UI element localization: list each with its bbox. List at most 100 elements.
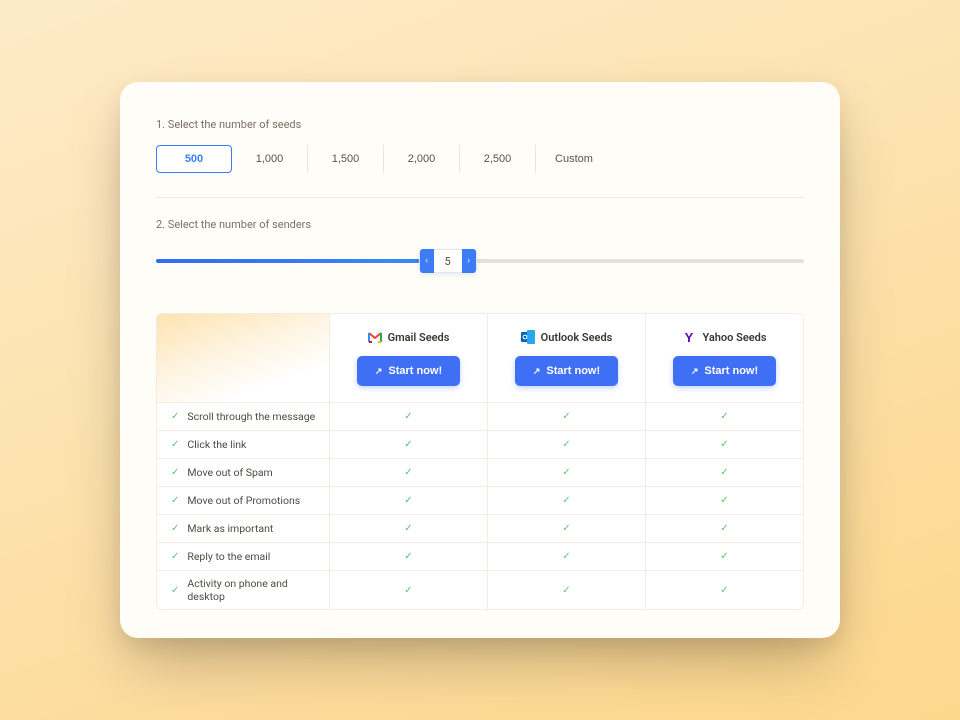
feature-label: Reply to the email [187,550,270,563]
pricing-card: 1. Select the number of seeds 500 1,000 … [120,82,840,638]
column-gmail: Gmail Seeds ↗ Start now! [329,314,487,402]
start-button-yahoo[interactable]: ↗ Start now! [673,356,776,386]
arrow-up-right-icon: ↗ [691,366,699,377]
check-icon: ✓ [562,523,570,534]
provider-label: Yahoo Seeds [702,331,766,344]
cell-check: ✓ [329,487,487,514]
chevron-right-icon[interactable]: › [462,249,476,273]
feature-label: Scroll through the message [187,410,315,423]
sender-slider[interactable]: ‹ 5 › [156,245,804,277]
arrow-up-right-icon: ↗ [533,366,541,377]
header-spacer [157,314,329,402]
provider-label: Outlook Seeds [541,331,613,344]
seed-options: 500 1,000 1,500 2,000 2,500 Custom [156,145,804,198]
check-icon: ✓ [720,467,728,478]
check-icon: ✓ [562,551,570,562]
check-icon: ✓ [562,411,570,422]
start-label: Start now! [546,365,600,377]
cell-check: ✓ [329,515,487,542]
cell-check: ✓ [487,571,645,609]
check-icon: ✓ [171,439,179,450]
check-icon: ✓ [720,439,728,450]
cell-check: ✓ [487,403,645,430]
feature-cell: ✓ Scroll through the message [157,403,329,430]
feature-cell: ✓ Click the link [157,431,329,458]
step2-label: 2. Select the number of senders [156,218,804,231]
feature-cell: ✓ Reply to the email [157,543,329,570]
step1-label: 1. Select the number of seeds [156,118,804,131]
check-icon: ✓ [720,551,728,562]
check-icon: ✓ [562,439,570,450]
table-row: ✓ Activity on phone and desktop ✓ ✓ ✓ [157,570,803,609]
check-icon: ✓ [171,523,179,534]
provider-yahoo: Y Yahoo Seeds [656,330,793,344]
feature-label: Click the link [187,438,246,451]
feature-cell: ✓ Move out of Spam [157,459,329,486]
cell-check: ✓ [645,515,803,542]
table-row: ✓ Mark as important ✓ ✓ ✓ [157,514,803,542]
cell-check: ✓ [645,543,803,570]
table-row: ✓ Move out of Promotions ✓ ✓ ✓ [157,486,803,514]
outlook-icon [521,330,535,344]
cell-check: ✓ [487,431,645,458]
chevron-left-icon[interactable]: ‹ [420,249,434,273]
slider-value: 5 [434,255,462,268]
check-icon: ✓ [404,495,412,506]
check-icon: ✓ [720,523,728,534]
feature-cell: ✓ Activity on phone and desktop [157,571,329,609]
table-row: ✓ Move out of Spam ✓ ✓ ✓ [157,458,803,486]
check-icon: ✓ [404,411,412,422]
check-icon: ✓ [404,439,412,450]
seed-option-custom[interactable]: Custom [536,145,612,173]
provider-label: Gmail Seeds [388,331,450,344]
check-icon: ✓ [562,585,570,596]
check-icon: ✓ [171,411,179,422]
provider-gmail: Gmail Seeds [340,330,477,344]
cell-check: ✓ [645,431,803,458]
gmail-icon [368,330,382,344]
provider-outlook: Outlook Seeds [498,330,635,344]
seed-option-1500[interactable]: 1,500 [308,145,384,173]
start-label: Start now! [704,365,758,377]
svg-text:Y: Y [685,330,694,344]
slider-fill [156,259,448,263]
seed-option-2500[interactable]: 2,500 [460,145,536,173]
seed-option-500[interactable]: 500 [156,145,232,173]
check-icon: ✓ [720,495,728,506]
cell-check: ✓ [645,487,803,514]
feature-label: Activity on phone and desktop [187,577,319,603]
cell-check: ✓ [645,571,803,609]
cell-check: ✓ [329,459,487,486]
cell-check: ✓ [645,459,803,486]
column-yahoo: Y Yahoo Seeds ↗ Start now! [645,314,803,402]
check-icon: ✓ [720,411,728,422]
feature-cell: ✓ Mark as important [157,515,329,542]
seed-option-2000[interactable]: 2,000 [384,145,460,173]
feature-cell: ✓ Move out of Promotions [157,487,329,514]
cell-check: ✓ [487,459,645,486]
start-button-outlook[interactable]: ↗ Start now! [515,356,618,386]
check-icon: ✓ [562,467,570,478]
cell-check: ✓ [487,515,645,542]
check-icon: ✓ [562,495,570,506]
check-icon: ✓ [404,467,412,478]
feature-label: Move out of Promotions [187,494,300,507]
cell-check: ✓ [329,571,487,609]
table-row: ✓ Reply to the email ✓ ✓ ✓ [157,542,803,570]
features-table: Gmail Seeds ↗ Start now! [156,313,804,610]
feature-label: Mark as important [187,522,273,535]
table-row: ✓ Scroll through the message ✓ ✓ ✓ [157,402,803,430]
check-icon: ✓ [171,585,179,596]
cell-check: ✓ [329,543,487,570]
slider-handle[interactable]: ‹ 5 › [419,249,477,273]
cell-check: ✓ [329,431,487,458]
start-button-gmail[interactable]: ↗ Start now! [357,356,460,386]
check-icon: ✓ [171,495,179,506]
seed-option-1000[interactable]: 1,000 [232,145,308,173]
check-icon: ✓ [404,585,412,596]
check-icon: ✓ [404,551,412,562]
cell-check: ✓ [487,487,645,514]
yahoo-icon: Y [682,330,696,344]
table-row: ✓ Click the link ✓ ✓ ✓ [157,430,803,458]
start-label: Start now! [388,365,442,377]
